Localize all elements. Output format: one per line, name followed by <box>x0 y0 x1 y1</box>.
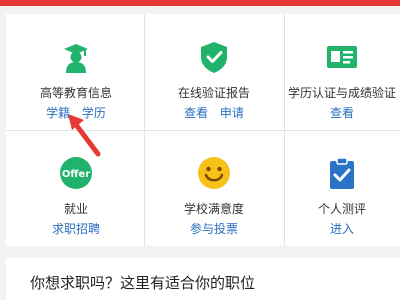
red-arrow-annotation <box>68 114 101 157</box>
card-title: 个人测评 <box>317 202 366 216</box>
card-title: 学校满意度 <box>183 202 244 216</box>
clipboard-check-icon <box>330 157 354 189</box>
card-title: 在线验证报告 <box>177 86 250 100</box>
view-link[interactable]: 查看 <box>330 106 354 120</box>
offer-icon: Offer <box>60 157 92 189</box>
job-banner-text: 你想求职吗？这里有适合你的职位 <box>30 274 256 292</box>
card-personal-assessment: 个人测评 进入 <box>284 130 400 246</box>
card-title: 高等教育信息 <box>39 86 112 100</box>
certificate-card-icon <box>327 46 357 68</box>
view-link[interactable]: 查看 <box>184 106 208 120</box>
vote-link[interactable]: 参与投票 <box>190 222 238 236</box>
job-banner[interactable]: 你想求职吗？这里有适合你的职位 <box>6 258 400 300</box>
card-title: 就业 <box>63 202 88 216</box>
svg-text:Offer: Offer <box>62 169 90 180</box>
smiley-icon <box>198 157 230 189</box>
card-title: 学历认证与成绩验证 <box>287 86 396 100</box>
shield-check-icon <box>201 42 227 73</box>
graduate-icon <box>64 44 88 73</box>
card-online-verification-report: 在线验证报告 查看 申请 <box>144 14 284 130</box>
top-accent-bar <box>0 0 400 6</box>
card-degree-certification: 学历认证与成绩验证 查看 <box>284 14 400 130</box>
job-recruitment-link[interactable]: 求职招聘 <box>52 222 100 236</box>
card-school-satisfaction: 学校满意度 参与投票 <box>144 130 284 246</box>
apply-link[interactable]: 申请 <box>220 106 244 120</box>
enter-link[interactable]: 进入 <box>330 222 354 236</box>
